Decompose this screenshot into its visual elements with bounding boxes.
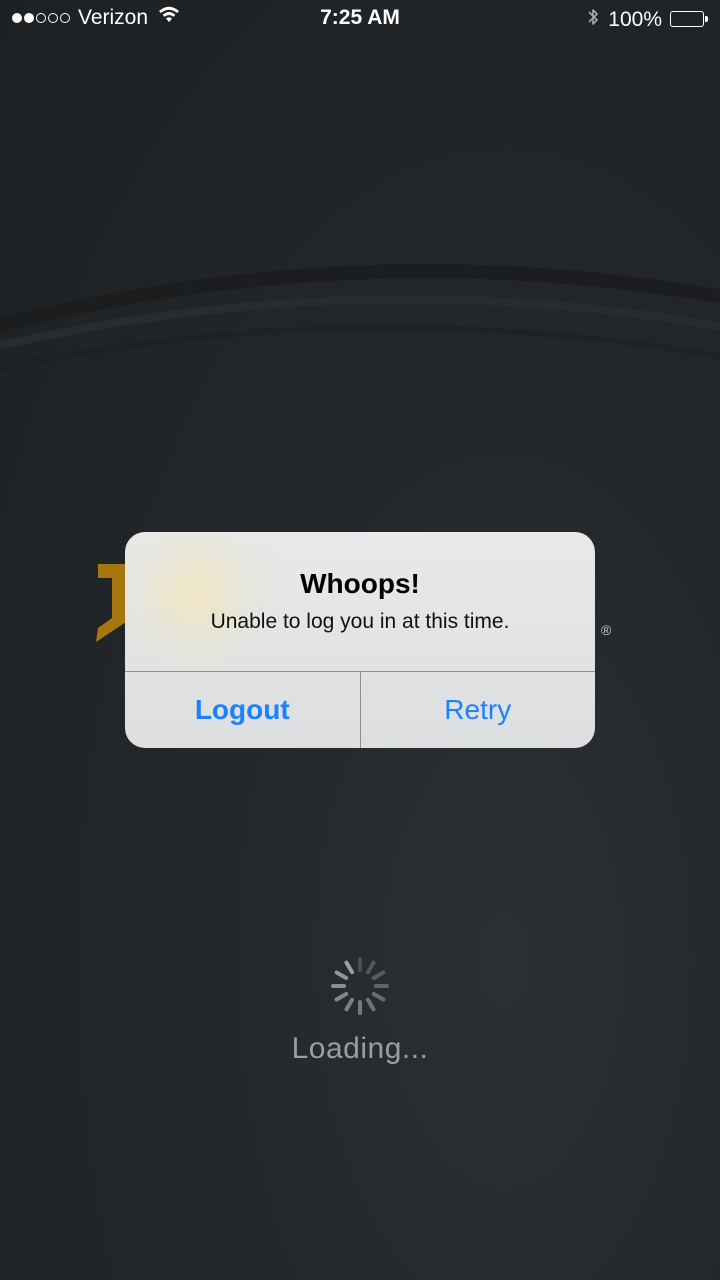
battery-percent: 100%: [608, 8, 662, 31]
spinner-spoke: [371, 992, 386, 1002]
status-bar: Verizon 7:25 AM 100%: [0, 0, 720, 36]
alert-message: Unable to log you in at this time.: [210, 610, 510, 633]
spinner-spoke: [344, 997, 354, 1012]
alert-dialog: Whoops! Unable to log you in at this tim…: [125, 532, 595, 748]
spinner-spoke: [334, 992, 349, 1002]
spinner-spoke: [366, 960, 376, 975]
loading-spinner-icon: [331, 957, 389, 1015]
registered-trademark: ®: [601, 622, 612, 638]
battery-icon: [670, 11, 710, 29]
spinner-spoke: [334, 970, 349, 980]
status-bar-right: 100%: [586, 6, 710, 34]
loading-text: Loading...: [291, 1032, 429, 1065]
alert-actions: Logout Retry: [125, 671, 595, 748]
bluetooth-icon: [586, 6, 600, 34]
logout-button[interactable]: Logout: [125, 672, 360, 748]
spinner-spoke: [344, 960, 354, 975]
alert-title: Whoops!: [300, 568, 420, 599]
retry-button[interactable]: Retry: [361, 672, 596, 748]
spinner-spoke: [371, 970, 386, 980]
spinner-spoke: [366, 997, 376, 1012]
alert-content: Whoops! Unable to log you in at this tim…: [125, 532, 595, 671]
